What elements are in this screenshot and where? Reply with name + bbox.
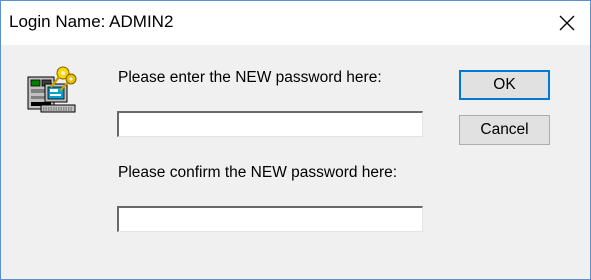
password-dialog: Login Name: ADMIN2 Please enter the NEW … bbox=[0, 0, 591, 280]
title-bar: Login Name: ADMIN2 bbox=[1, 1, 590, 45]
close-button[interactable] bbox=[544, 1, 590, 45]
confirm-password-label: Please confirm the NEW password here: bbox=[118, 164, 398, 181]
new-password-input[interactable] bbox=[117, 111, 423, 137]
dialog-body: Please enter the NEW password here: Plea… bbox=[1, 45, 590, 279]
ok-button[interactable]: OK bbox=[459, 70, 550, 100]
cancel-button[interactable]: Cancel bbox=[459, 115, 550, 145]
confirm-password-input[interactable] bbox=[117, 206, 423, 232]
window-title: Login Name: ADMIN2 bbox=[9, 12, 174, 31]
close-icon bbox=[559, 15, 575, 31]
new-password-label: Please enter the NEW password here: bbox=[118, 69, 382, 86]
computer-keys-icon bbox=[27, 66, 77, 113]
